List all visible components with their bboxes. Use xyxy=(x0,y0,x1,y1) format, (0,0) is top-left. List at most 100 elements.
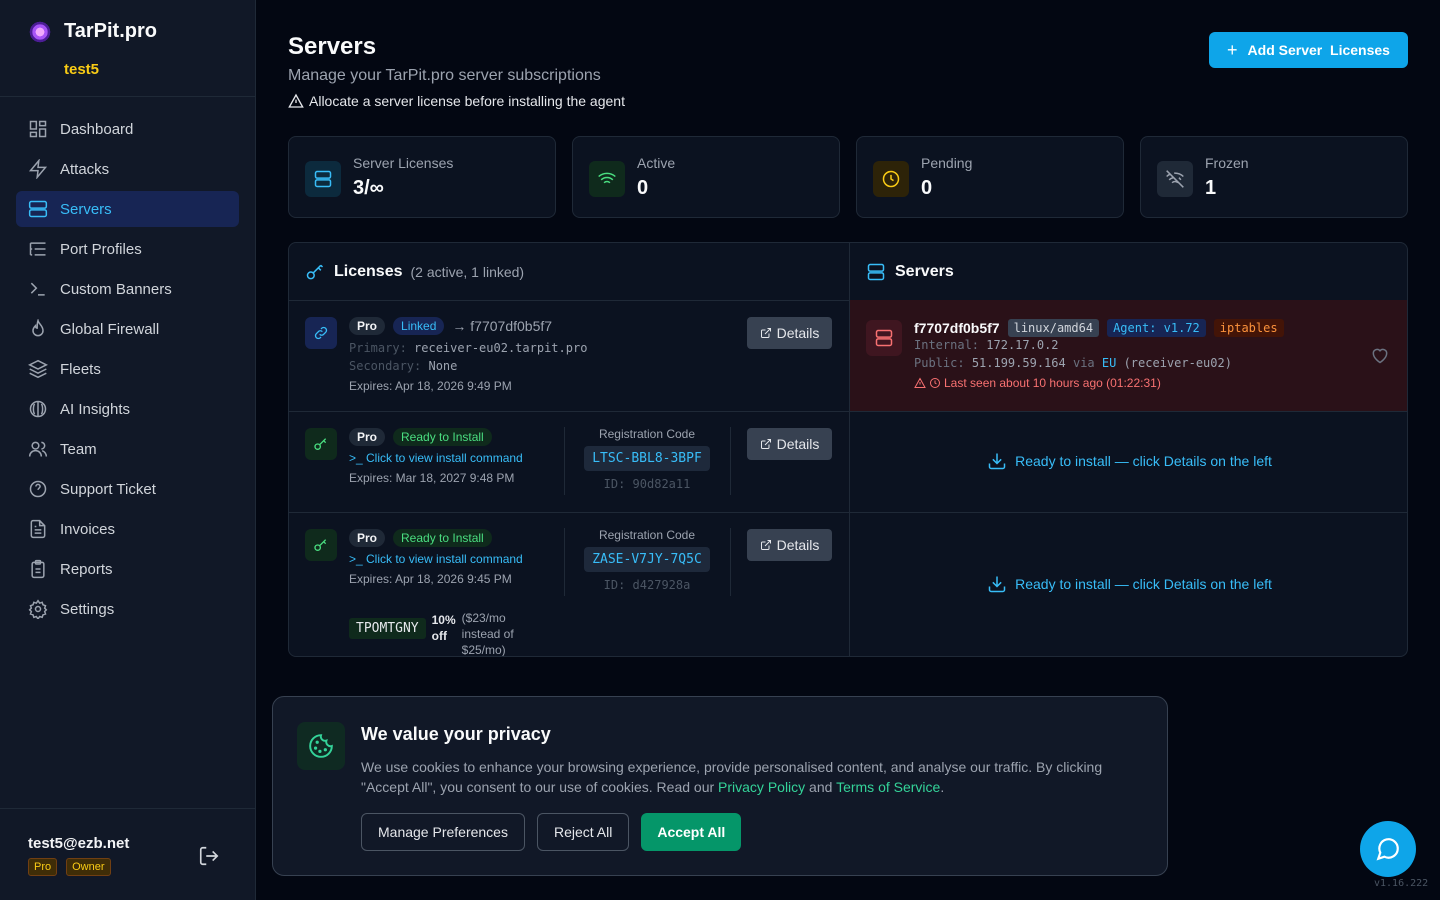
sidebar-item-label: Attacks xyxy=(60,160,110,178)
details-button[interactable]: Details xyxy=(747,317,832,349)
key-icon xyxy=(305,428,337,460)
clock-icon xyxy=(873,161,909,197)
promo-off: off xyxy=(431,629,447,643)
brain-icon xyxy=(29,400,47,418)
sidebar-item-label: Support Ticket xyxy=(60,480,156,498)
sidebar-item-invoices[interactable]: Invoices xyxy=(16,511,239,547)
app-version: v1.16.222 xyxy=(1374,878,1429,889)
primary-label: Primary: xyxy=(349,341,407,355)
clock-icon xyxy=(930,378,940,388)
wifi-icon xyxy=(589,161,625,197)
sidebar-item-label: Port Profiles xyxy=(60,240,142,258)
install-command-link[interactable]: >_ Click to view install command xyxy=(349,451,523,465)
sidebar-item-dashboard[interactable]: Dashboard xyxy=(16,111,239,147)
sidebar-item-ai-insights[interactable]: AI Insights xyxy=(16,391,239,427)
sidebar-item-label: Invoices xyxy=(60,520,116,538)
logout-icon[interactable] xyxy=(198,845,220,867)
sidebar-item-servers[interactable]: Servers xyxy=(16,191,239,227)
details-label: Details xyxy=(776,325,820,341)
brand-name[interactable]: TarPit.pro xyxy=(64,20,157,43)
status-badge: Ready to Install xyxy=(393,529,492,547)
plan-badge: Pro xyxy=(28,858,58,876)
license-warning: Allocate a server license before install… xyxy=(288,93,625,109)
terminal-icon xyxy=(30,282,45,296)
sidebar-item-global-firewall[interactable]: Global Firewall xyxy=(16,311,239,347)
warning-triangle-icon xyxy=(288,93,304,108)
ready-to-install-link[interactable]: Ready to install — click Details on the … xyxy=(850,451,1407,471)
install-link-label: Click to view install command xyxy=(366,552,523,566)
sidebar-item-port-profiles[interactable]: Port Profiles xyxy=(16,231,239,267)
external-link-icon xyxy=(760,439,771,449)
clipboard-icon xyxy=(31,559,45,579)
stat-frozen: Frozen 1 xyxy=(1140,136,1408,218)
tarpit-logo-icon xyxy=(28,20,52,44)
sidebar-item-team[interactable]: Team xyxy=(16,431,239,467)
firewall-badge: iptables xyxy=(1213,319,1284,337)
licenses-servers-panel: Licenses (2 active, 1 linked) Servers Pr… xyxy=(288,242,1408,657)
details-label: Details xyxy=(776,537,820,553)
internal-label: Internal: xyxy=(914,338,980,352)
details-button[interactable]: Details xyxy=(747,428,832,460)
install-link-label: Click to view install command xyxy=(366,451,523,465)
registration-code[interactable]: LTSC-BBL8-3BPF xyxy=(584,446,710,471)
primary-receiver: receiver-eu02.tarpit.pro xyxy=(414,341,588,355)
heart-icon[interactable] xyxy=(1370,345,1390,365)
stat-value: 1 xyxy=(1205,177,1217,199)
sidebar-item-label: Settings xyxy=(60,600,115,618)
sidebar-item-settings[interactable]: Settings xyxy=(16,591,239,627)
plan-badge: Pro xyxy=(349,428,386,446)
manage-preferences-button[interactable]: Manage Preferences xyxy=(361,813,525,851)
last-seen-text: Last seen about 10 hours ago (01:22:31) xyxy=(944,376,1161,390)
privacy-policy-link[interactable]: Privacy Policy xyxy=(718,779,805,795)
accept-all-button[interactable]: Accept All xyxy=(641,813,742,851)
sidebar-item-reports[interactable]: Reports xyxy=(16,551,239,587)
sidebar-item-attacks[interactable]: Attacks xyxy=(16,151,239,187)
servers-header: Servers xyxy=(866,262,954,282)
terms-of-service-link[interactable]: Terms of Service xyxy=(836,779,940,795)
key-icon xyxy=(306,264,324,280)
reject-all-button[interactable]: Reject All xyxy=(536,813,630,851)
license-row-2: Pro Ready to Install xyxy=(349,428,492,446)
install-command-link[interactable]: >_ Click to view install command xyxy=(349,552,523,566)
stat-value: 0 xyxy=(921,177,933,199)
chat-button[interactable] xyxy=(1360,821,1416,877)
download-icon xyxy=(988,576,1006,593)
sidebar-item-label: Team xyxy=(60,440,97,458)
add-server-licenses-button[interactable]: + Add Server Licenses xyxy=(1209,32,1408,68)
current-user: test5 xyxy=(64,61,100,78)
sidebar-item-label: Dashboard xyxy=(60,120,134,138)
sidebar-item-label: Custom Banners xyxy=(60,280,172,298)
cookie-icon xyxy=(297,722,345,770)
gear-icon xyxy=(28,599,48,619)
sidebar-item-label: Global Firewall xyxy=(60,320,160,338)
linked-server[interactable]: → f7707df0b5f7 xyxy=(452,318,552,334)
receiver-name: (receiver-eu02) xyxy=(1123,356,1232,370)
page-title: Servers xyxy=(288,33,377,60)
sidebar-item-label: AI Insights xyxy=(60,400,131,418)
registration-code-label: Registration Code xyxy=(598,427,696,441)
registration-code[interactable]: ZASE-V7JY-7Q5C xyxy=(584,547,710,572)
license-row-1: Pro Linked → f7707df0b5f7 xyxy=(349,317,552,335)
licenses-title: Licenses xyxy=(334,263,403,280)
sidebar-item-fleets[interactable]: Fleets xyxy=(16,351,239,387)
registration-code-box: Registration Code LTSC-BBL8-3BPF ID: 90d… xyxy=(564,427,730,491)
server-icon xyxy=(866,320,902,356)
server-name: f7707df0b5f7 xyxy=(914,320,1000,336)
license-id: ID: d427928a xyxy=(603,578,691,592)
promo-note-line: ($23/mo xyxy=(461,611,506,625)
role-badge: Owner xyxy=(66,858,111,876)
server-icon xyxy=(867,263,885,281)
region: EU xyxy=(1101,356,1117,370)
arch-badge: linux/amd64 xyxy=(1007,319,1100,337)
sidebar-item-support-ticket[interactable]: Support Ticket xyxy=(16,471,239,507)
server-card[interactable]: f7707df0b5f7 linux/amd64 Agent: v1.72 ip… xyxy=(850,300,1407,411)
stat-label: Pending xyxy=(921,155,973,171)
bolt-icon xyxy=(28,159,48,179)
ready-to-install-link[interactable]: Ready to install — click Details on the … xyxy=(850,574,1407,594)
sidebar-item-custom-banners[interactable]: Custom Banners xyxy=(16,271,239,307)
details-button[interactable]: Details xyxy=(747,529,832,561)
stat-active: Active 0 xyxy=(572,136,840,218)
external-link-icon xyxy=(760,328,771,338)
registration-code-box: Registration Code ZASE-V7JY-7Q5C ID: d42… xyxy=(564,528,730,592)
license-row-3: Pro Ready to Install xyxy=(349,529,492,547)
